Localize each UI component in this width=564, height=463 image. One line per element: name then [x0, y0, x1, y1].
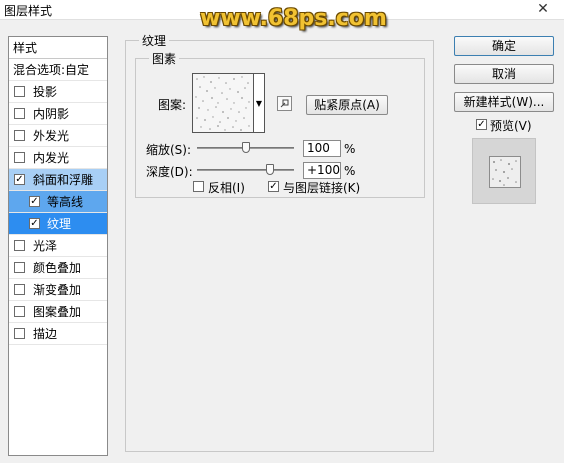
depth-slider-thumb[interactable]: [265, 164, 274, 175]
style-item-label: 颜色叠加: [33, 261, 82, 275]
style-item-satin[interactable]: 光泽: [9, 235, 107, 257]
depth-label: 深度(D):: [146, 165, 193, 179]
checkbox[interactable]: [14, 328, 25, 339]
ok-button[interactable]: 确定: [454, 36, 554, 56]
close-icon[interactable]: ✕: [528, 0, 558, 18]
checkbox[interactable]: [14, 306, 25, 317]
style-item-outer-glow[interactable]: 外发光: [9, 125, 107, 147]
checkbox[interactable]: [14, 86, 25, 97]
link-with-layer-label[interactable]: 与图层链接(K): [283, 179, 360, 196]
preview-label[interactable]: 预览(V): [490, 117, 532, 134]
style-item-inner-shadow[interactable]: 内阴影: [9, 103, 107, 125]
texture-group-title: 纹理: [139, 32, 170, 49]
scale-unit: %: [344, 142, 356, 156]
depth-input[interactable]: +100: [303, 162, 341, 179]
scale-input[interactable]: 100: [303, 140, 341, 157]
style-item-gradient-overlay[interactable]: 渐变叠加: [9, 279, 107, 301]
styles-list: 样式 混合选项:自定 投影 内阴影 外发光 内发光 ✓ 斜面和浮雕 ✓ 等高线 …: [8, 36, 108, 456]
style-item-label: 斜面和浮雕: [33, 173, 94, 187]
depth-unit: %: [344, 164, 356, 178]
style-item-label: 投影: [33, 85, 58, 99]
checkbox[interactable]: [14, 152, 25, 163]
style-item-texture[interactable]: ✓ 纹理: [9, 213, 107, 235]
style-item-label: 纹理: [47, 217, 72, 231]
style-item-contour[interactable]: ✓ 等高线: [9, 191, 107, 213]
checkbox[interactable]: [14, 240, 25, 251]
style-item-drop-shadow[interactable]: 投影: [9, 81, 107, 103]
pattern-swatch[interactable]: [192, 73, 254, 133]
link-with-layer-checkbox[interactable]: ✓: [268, 181, 279, 192]
style-item-label: 等高线: [47, 195, 84, 209]
create-preset-icon[interactable]: [277, 96, 292, 111]
checkbox[interactable]: ✓: [29, 196, 40, 207]
elements-subgroup-title: 图素: [149, 50, 180, 67]
depth-slider-track[interactable]: [197, 169, 294, 171]
blend-options-item[interactable]: 混合选项:自定: [9, 59, 107, 81]
style-item-bevel-emboss[interactable]: ✓ 斜面和浮雕: [9, 169, 107, 191]
scale-label: 缩放(S):: [146, 143, 192, 157]
pattern-label: 图案:: [158, 98, 187, 112]
checkbox[interactable]: [14, 284, 25, 295]
style-item-label: 内发光: [33, 151, 70, 165]
snap-to-origin-button[interactable]: 贴紧原点(A): [306, 95, 388, 115]
preview-thumbnail: [489, 156, 521, 188]
checkbox[interactable]: [14, 262, 25, 273]
style-item-label: 外发光: [33, 129, 70, 143]
cancel-button[interactable]: 取消: [454, 64, 554, 84]
checkbox[interactable]: [14, 108, 25, 119]
new-style-button[interactable]: 新建样式(W)...: [454, 92, 554, 112]
style-item-label: 内阴影: [33, 107, 70, 121]
preview-checkbox[interactable]: ✓: [476, 119, 487, 130]
invert-checkbox[interactable]: [193, 181, 204, 192]
style-item-label: 光泽: [33, 239, 58, 253]
style-item-label: 图案叠加: [33, 305, 82, 319]
style-item-inner-glow[interactable]: 内发光: [9, 147, 107, 169]
style-item-color-overlay[interactable]: 颜色叠加: [9, 257, 107, 279]
pattern-texture-image: [195, 76, 250, 131]
watermark: www.68ps.com: [200, 6, 387, 31]
style-item-pattern-overlay[interactable]: 图案叠加: [9, 301, 107, 323]
invert-label[interactable]: 反相(I): [208, 179, 245, 196]
style-item-label: 渐变叠加: [33, 283, 82, 297]
checkbox[interactable]: ✓: [14, 174, 25, 185]
style-preview: [472, 138, 536, 204]
checkbox[interactable]: [14, 130, 25, 141]
style-item-stroke[interactable]: 描边: [9, 323, 107, 345]
styles-header[interactable]: 样式: [9, 37, 107, 59]
window-title: 图层样式: [4, 4, 53, 18]
scale-slider-thumb[interactable]: [241, 142, 250, 153]
style-item-label: 描边: [33, 327, 58, 341]
pattern-dropdown-arrow-icon[interactable]: ▼: [254, 73, 265, 133]
checkbox[interactable]: ✓: [29, 218, 40, 229]
